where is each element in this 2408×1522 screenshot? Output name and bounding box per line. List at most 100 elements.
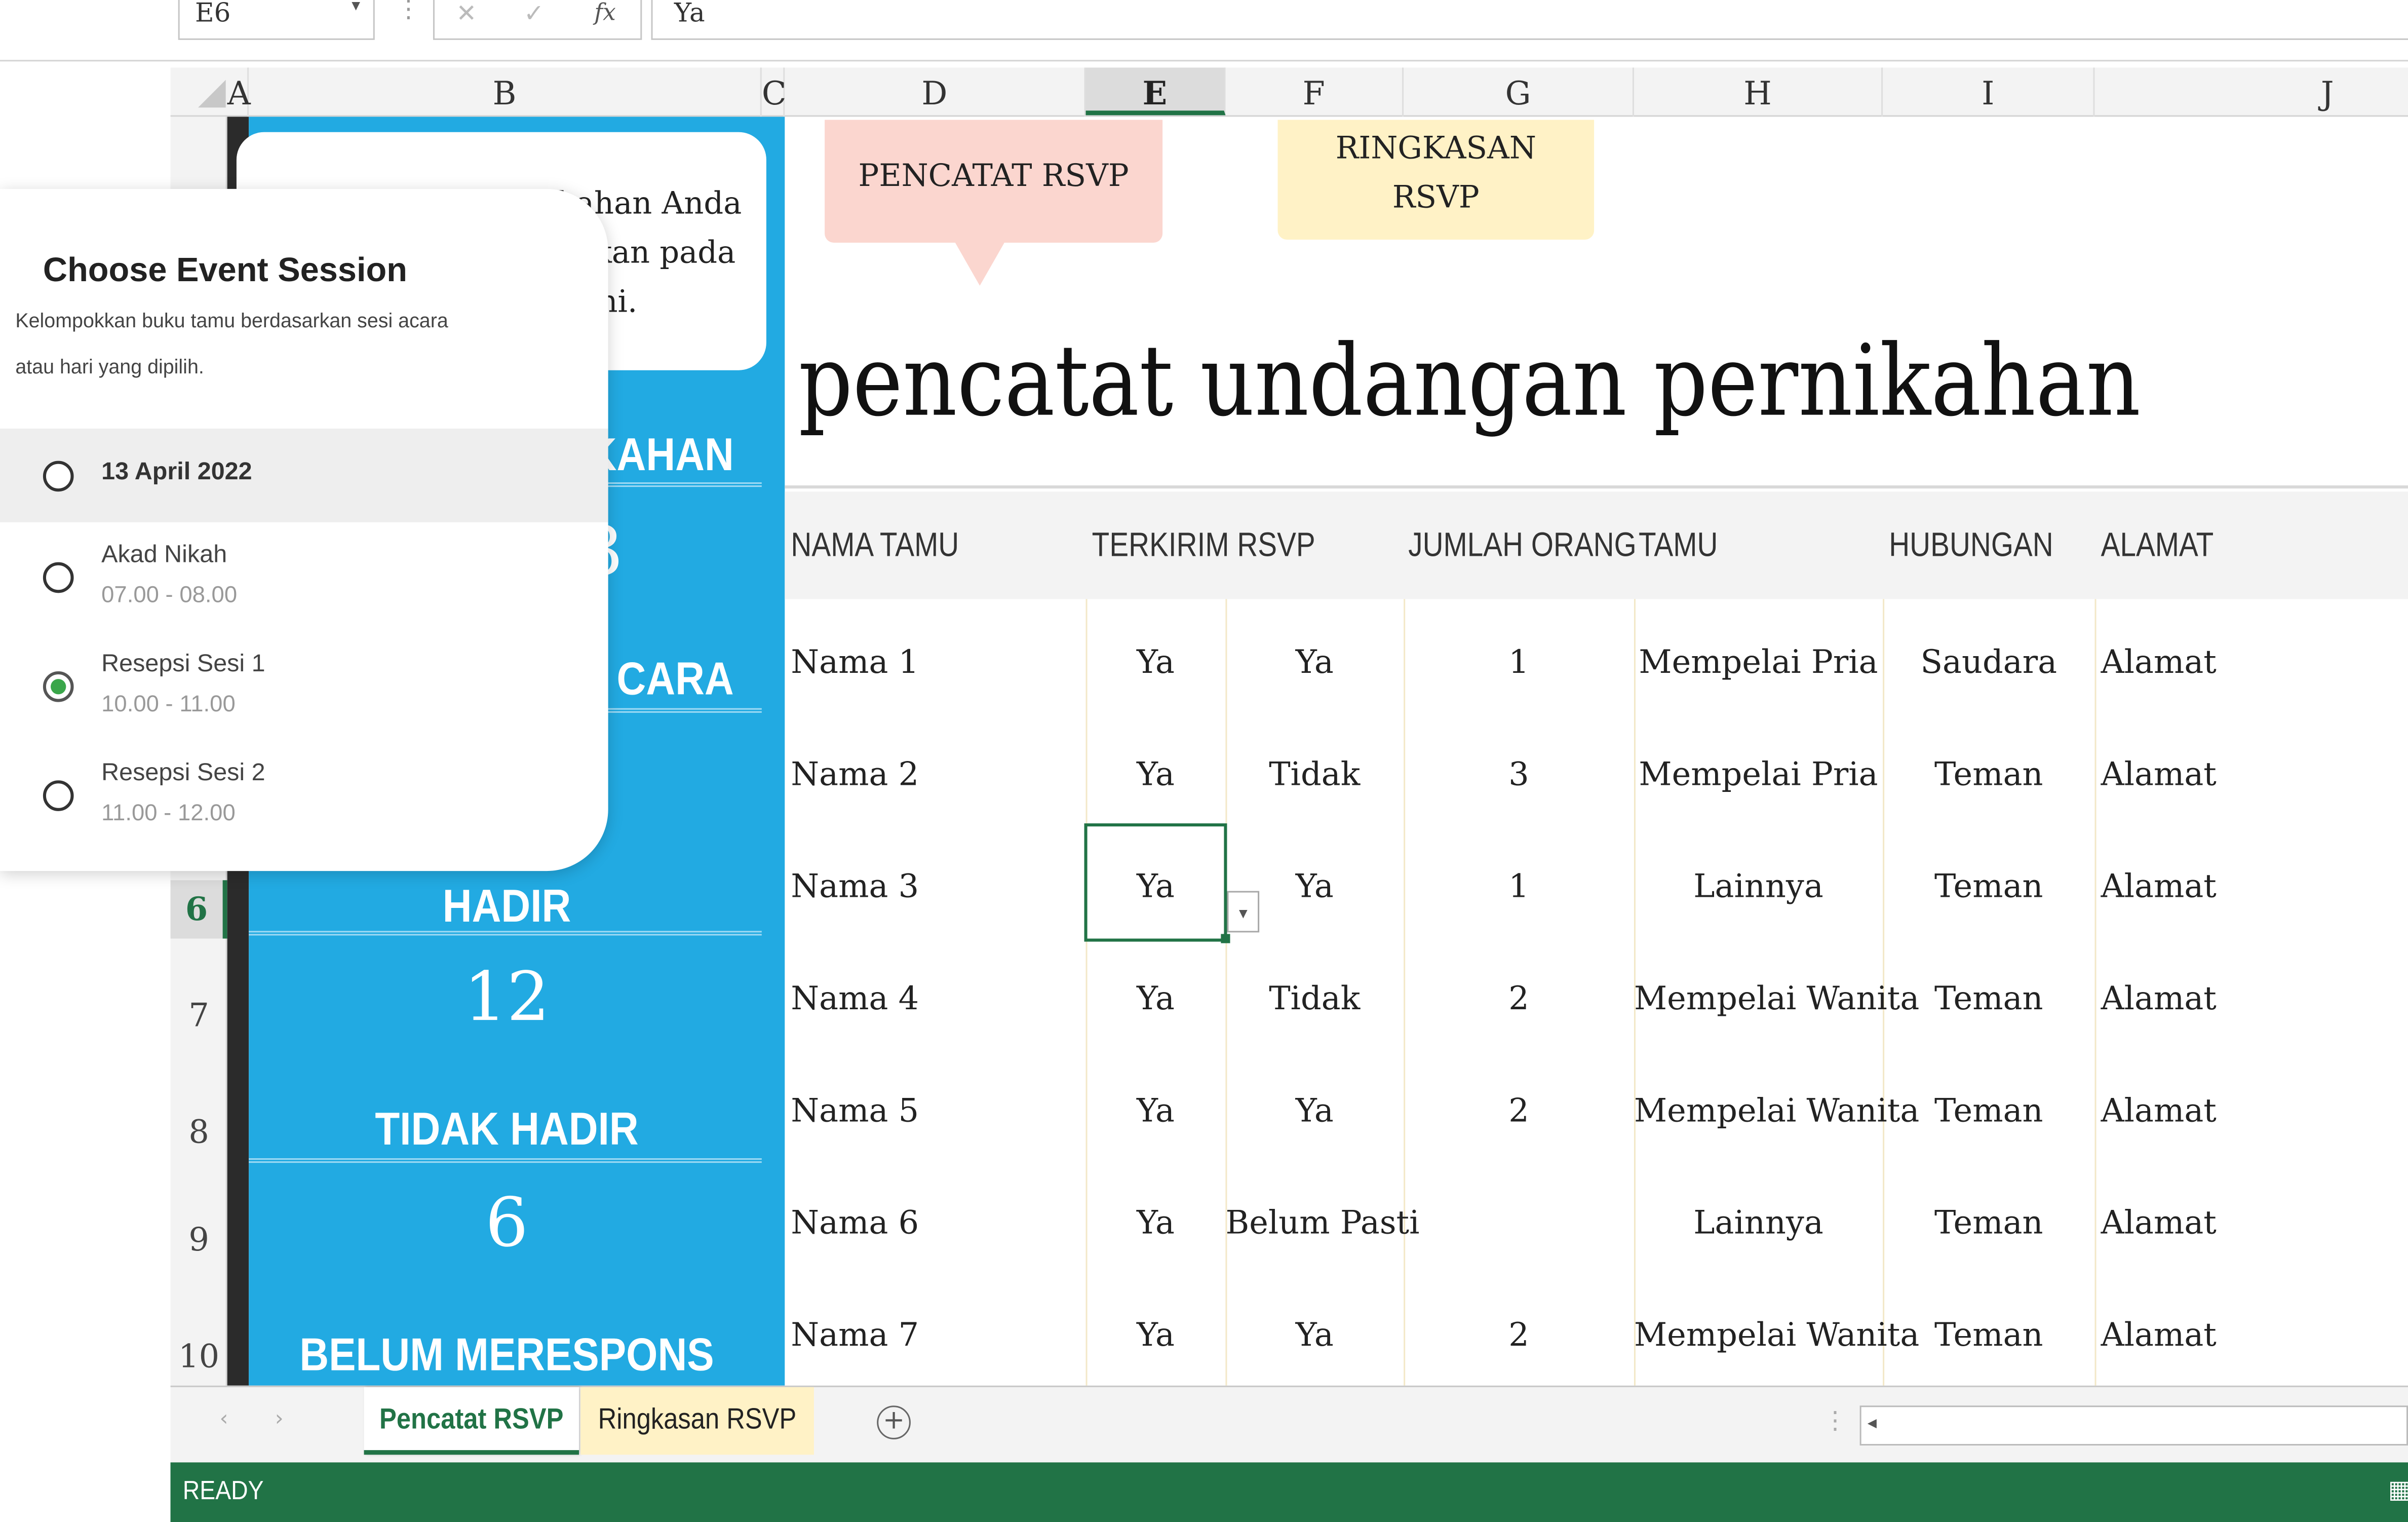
cell-tamu[interactable]: Lainnya	[1634, 863, 1883, 909]
cell-hubungan[interactable]: Teman	[1883, 1088, 2094, 1134]
cell-tamu[interactable]: Mempelai Pria	[1634, 639, 1883, 685]
count-hadir: 12	[463, 958, 550, 1037]
tab-split-handle-icon[interactable]: ⋮	[1823, 1405, 1848, 1435]
cell-terkirim[interactable]: Ya	[1086, 975, 1226, 1021]
add-sheet-icon[interactable]: +	[877, 1405, 911, 1439]
cell-respon[interactable]: Belum Pasti	[1225, 1200, 1419, 1246]
callout-ringkasan-line-1: RINGKASAN	[1335, 129, 1536, 166]
row-header-10[interactable]: 10	[171, 1334, 227, 1380]
function-icon[interactable]: fx	[594, 0, 615, 26]
column-header-b[interactable]: B	[249, 67, 762, 117]
cancel-icon[interactable]: ✕	[456, 0, 477, 28]
cell-alamat[interactable]: Alamat	[2101, 639, 2217, 685]
column-header-e[interactable]: E	[1085, 67, 1226, 116]
cell-alamat[interactable]: Alamat	[2101, 863, 2217, 909]
popup-description-line-2: atau hari yang dipilih.	[15, 355, 204, 378]
column-header-g[interactable]: G	[1404, 67, 1634, 117]
chevron-down-icon[interactable]: ▾	[352, 0, 360, 15]
column-header-j[interactable]: J	[2095, 67, 2408, 117]
column-header-c[interactable]: C	[762, 67, 787, 117]
label-hadir: HADIR	[442, 882, 571, 933]
scroll-tabs-right-icon[interactable]: ›	[275, 1407, 284, 1432]
session-option-resepsi-2[interactable]: Resepsi Sesi 2 11.00 - 12.00	[0, 754, 608, 847]
confirm-icon[interactable]: ✓	[524, 0, 545, 28]
row-header-9[interactable]: 9	[171, 1216, 227, 1263]
cell-tamu[interactable]: Lainnya	[1634, 1200, 1883, 1246]
cell-nama[interactable]: Nama 7	[791, 1312, 919, 1358]
cell-alamat[interactable]: Alamat	[2101, 751, 2217, 797]
cell-tamu[interactable]: Mempelai Wanita	[1634, 1312, 1919, 1358]
cell-respon[interactable]: Ya	[1225, 1088, 1404, 1134]
formula-input[interactable]: Ya	[651, 0, 2408, 40]
cell-hubungan[interactable]: Saudara	[1883, 639, 2094, 685]
sheet-title: pencatat undangan pernikahan	[798, 325, 2141, 440]
scroll-tabs-left-icon[interactable]: ‹	[220, 1407, 228, 1432]
session-radio-selected[interactable]	[43, 671, 74, 702]
session-option-resepsi-1[interactable]: Resepsi Sesi 1 10.00 - 11.00	[0, 645, 608, 737]
cell-respon[interactable]: Tidak	[1225, 751, 1404, 797]
column-header-f[interactable]: F	[1225, 67, 1404, 117]
row-header-6[interactable]: 6	[170, 880, 227, 939]
column-header-i[interactable]: I	[1883, 67, 2095, 117]
cell-respon[interactable]: Ya	[1225, 639, 1404, 685]
formula-bar: E6 ▾ ⋮ ✕ ✓ fx Ya	[0, 0, 2408, 62]
cell-hubungan[interactable]: Teman	[1883, 1312, 2094, 1358]
scroll-left-icon[interactable]: ◂	[1868, 1412, 1877, 1433]
cell-nama[interactable]: Nama 3	[791, 863, 919, 909]
cell-nama[interactable]: Nama 1	[791, 639, 919, 685]
session-radio[interactable]	[43, 562, 74, 593]
tab-ringkasan-rsvp[interactable]: Ringkasan RSVP	[580, 1387, 814, 1455]
callout-pencatat[interactable]: PENCATAT RSVP	[825, 120, 1163, 243]
cell-tamu[interactable]: Mempelai Pria	[1634, 751, 1883, 797]
column-header-h[interactable]: H	[1634, 67, 1883, 117]
cell-jumlah[interactable]: 2	[1404, 1312, 1634, 1358]
cell-terkirim[interactable]: Ya	[1086, 1088, 1226, 1134]
header-hubungan: HUBUNGAN	[1889, 525, 2053, 564]
select-all-icon[interactable]	[198, 80, 226, 108]
cell-jumlah[interactable]: 1	[1404, 639, 1634, 685]
cell-terkirim[interactable]: Ya	[1086, 1312, 1226, 1358]
cell-respon[interactable]: Tidak	[1225, 975, 1404, 1021]
cell-alamat[interactable]: Alamat	[2101, 1312, 2217, 1358]
cell-hubungan[interactable]: Teman	[1883, 751, 2094, 797]
cell-tamu[interactable]: Mempelai Wanita	[1634, 975, 1919, 1021]
tab-pencatat-rsvp[interactable]: Pencatat RSVP	[364, 1387, 579, 1455]
column-header-a[interactable]: A	[227, 67, 251, 117]
cell-nama[interactable]: Nama 4	[791, 975, 919, 1021]
session-radio[interactable]	[43, 780, 74, 811]
popup-title: Choose Event Session	[43, 250, 408, 289]
cell-terkirim[interactable]: Ya	[1086, 1200, 1226, 1246]
row-header-7[interactable]: 7	[171, 993, 227, 1039]
dropdown-arrow-icon[interactable]: ▾	[1227, 891, 1260, 933]
cell-jumlah[interactable]: 1	[1404, 863, 1634, 909]
label-tidak-hadir: TIDAK HADIR	[375, 1104, 639, 1155]
cell-hubungan[interactable]: Teman	[1883, 863, 2094, 909]
row-header-8[interactable]: 8	[171, 1109, 227, 1155]
callout-ringkasan[interactable]: RINGKASAN RSVP	[1277, 120, 1595, 240]
column-header-d[interactable]: D	[785, 67, 1086, 117]
cell-alamat[interactable]: Alamat	[2101, 1200, 2217, 1246]
fill-handle[interactable]	[1221, 934, 1230, 943]
cell-hubungan[interactable]: Teman	[1883, 1200, 2094, 1246]
normal-view-icon[interactable]: ▦	[2388, 1475, 2408, 1504]
date-radio[interactable]	[43, 461, 74, 492]
callout-pointer	[955, 243, 1004, 286]
name-box[interactable]: E6 ▾	[178, 0, 375, 40]
cell-nama[interactable]: Nama 2	[791, 751, 919, 797]
horizontal-scrollbar[interactable]: ◂	[1859, 1405, 2408, 1446]
cell-jumlah[interactable]: 2	[1404, 975, 1634, 1021]
session-option-akad[interactable]: Akad Nikah 07.00 - 08.00	[0, 536, 608, 628]
date-option[interactable]: 13 April 2022	[0, 428, 608, 522]
cell-alamat[interactable]: Alamat	[2101, 975, 2217, 1021]
cell-terkirim[interactable]: Ya	[1086, 639, 1226, 685]
cell-tamu[interactable]: Mempelai Wanita	[1634, 1088, 1919, 1134]
cell-alamat[interactable]: Alamat	[2101, 1088, 2217, 1134]
cell-nama[interactable]: Nama 5	[791, 1088, 919, 1134]
cell-jumlah[interactable]	[1404, 1200, 1634, 1246]
cell-terkirim[interactable]: Ya	[1086, 751, 1226, 797]
cell-respon[interactable]: Ya	[1225, 1312, 1404, 1358]
cell-jumlah[interactable]: 2	[1404, 1088, 1634, 1134]
cell-hubungan[interactable]: Teman	[1883, 975, 2094, 1021]
cell-jumlah[interactable]: 3	[1404, 751, 1634, 797]
cell-nama[interactable]: Nama 6	[791, 1200, 919, 1246]
